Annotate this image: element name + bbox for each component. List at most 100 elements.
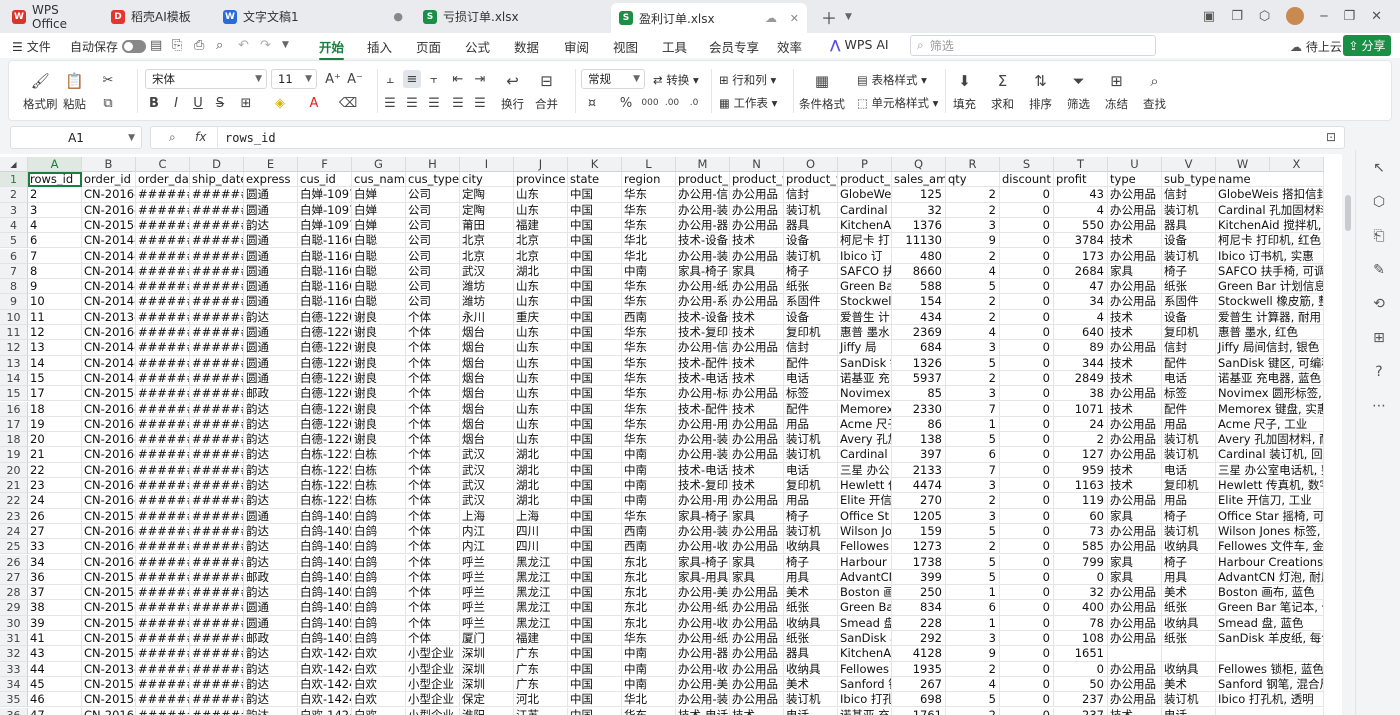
table-cell[interactable]: 22 [28, 462, 82, 478]
table-cell[interactable]: 中国 [568, 217, 622, 234]
table-cell[interactable]: ######## [190, 309, 244, 325]
table-cell[interactable]: ######## [136, 233, 190, 249]
table-cell[interactable]: 127 [1054, 447, 1108, 463]
format-painter-button[interactable]: 🖌 格式刷 [23, 71, 58, 112]
table-cell[interactable] [1270, 462, 1324, 478]
table-cell[interactable]: 个体 [406, 493, 460, 509]
table-cell[interactable]: 办公用品 [1108, 279, 1162, 295]
screenshot-icon[interactable]: ▣ [1203, 9, 1215, 24]
table-cell[interactable] [1270, 187, 1324, 203]
table-cell[interactable]: 办公用品 [730, 661, 784, 677]
row-header[interactable]: 10 [0, 309, 28, 325]
select-pointer-icon[interactable]: ↖ [1369, 158, 1389, 178]
table-cell[interactable]: 办公用品 [1108, 661, 1162, 677]
table-cell[interactable]: 3 [946, 340, 1000, 356]
table-cell[interactable]: 0 [1000, 187, 1054, 203]
table-cell[interactable]: 7 [946, 462, 1000, 478]
table-cell[interactable]: 办公用品 [1108, 386, 1162, 402]
table-cell[interactable]: 0 [1000, 386, 1054, 402]
rows-cols-button[interactable]: ⊞ 行和列 ▾ [719, 72, 776, 88]
table-cell[interactable]: 白德-1220 [298, 416, 352, 433]
row-header[interactable]: 21 [0, 478, 28, 494]
tab-efficiency[interactable]: 效率 [777, 37, 802, 56]
table-cell[interactable]: 韵达 [244, 493, 298, 509]
skin-icon[interactable]: ⬡ [1259, 9, 1270, 24]
table-cell[interactable]: 湖北 [514, 462, 568, 478]
table-cell[interactable]: ######## [190, 233, 244, 249]
table-cell[interactable]: 4 [946, 325, 1000, 341]
table-cell[interactable]: 2684 [1054, 263, 1108, 280]
table-cell[interactable]: 267 [892, 676, 946, 693]
table-cell[interactable]: 1205 [892, 508, 946, 524]
table-cell[interactable]: 3 [946, 386, 1000, 402]
table-cell[interactable]: 白聪 [352, 294, 406, 310]
table-cell[interactable]: 武汉 [460, 263, 514, 280]
table-cell[interactable]: 13 [28, 340, 82, 356]
table-cell[interactable]: 收纳具 [1162, 661, 1216, 677]
table-cell[interactable]: 山东 [514, 202, 568, 218]
table-cell[interactable] [1270, 294, 1324, 310]
table-cell[interactable]: 纸张 [1162, 631, 1216, 647]
table-cell[interactable]: CN-2014-4 [82, 279, 136, 295]
row-header[interactable]: 36 [0, 707, 28, 715]
clear-format-icon[interactable]: ⌫ [339, 94, 357, 112]
table-cell[interactable]: 山东 [514, 279, 568, 295]
table-cell[interactable]: 43 [28, 646, 82, 662]
column-header[interactable]: H [406, 157, 460, 172]
table-cell[interactable]: 家具 [1108, 554, 1162, 570]
table-cell[interactable]: 广东 [514, 661, 568, 677]
table-cell[interactable]: 73 [1054, 523, 1108, 540]
table-cell[interactable]: 美术 [1162, 585, 1216, 601]
table-cell[interactable]: 配件 [784, 401, 838, 417]
freeze-button[interactable]: ⊞ 冻结 [1105, 71, 1128, 112]
column-header[interactable]: I [460, 157, 514, 172]
table-cell[interactable]: 家具 [1108, 263, 1162, 280]
table-cell[interactable]: 家具 [730, 554, 784, 570]
table-cell[interactable]: 技术 [730, 355, 784, 371]
row-header[interactable]: 14 [0, 370, 28, 387]
table-cell[interactable]: ######## [136, 432, 190, 448]
table-cell[interactable]: 白鸽 [352, 508, 406, 524]
row-header[interactable]: 27 [0, 569, 28, 586]
column-header[interactable]: C [136, 157, 190, 172]
table-cell[interactable]: 白栋-1225 [298, 478, 352, 494]
table-cell[interactable]: 0 [1000, 233, 1054, 249]
table-cell[interactable]: 白聪 [352, 263, 406, 280]
table-cell[interactable] [1108, 646, 1162, 662]
table-cell[interactable]: 装订机 [1162, 447, 1216, 463]
table-cell[interactable]: 办公用品 [1108, 217, 1162, 234]
table-cell[interactable]: 5 [946, 432, 1000, 448]
table-cell[interactable]: 11 [28, 309, 82, 325]
table-cell[interactable]: 1935 [892, 661, 946, 677]
table-cell[interactable] [1270, 569, 1324, 586]
table-cell[interactable]: 2133 [892, 462, 946, 478]
table-cell[interactable]: 2 [946, 370, 1000, 387]
column-header[interactable]: M [676, 157, 730, 172]
autosave-toggle[interactable]: 自动保存 [70, 38, 147, 55]
table-cell[interactable]: 3784 [1054, 233, 1108, 249]
table-cell[interactable]: 15 [28, 370, 82, 387]
table-cell[interactable]: 办公用品 [1108, 432, 1162, 448]
table-cell[interactable]: 家具-椅子 [676, 508, 730, 524]
table-cell[interactable]: ######## [136, 539, 190, 555]
table-cell[interactable]: ######## [190, 340, 244, 356]
table-cell[interactable]: 烟台 [460, 416, 514, 433]
table-cell[interactable] [1270, 401, 1324, 417]
table-cell[interactable]: 华东 [622, 187, 676, 203]
table-cell[interactable]: 技术 [730, 370, 784, 387]
table-cell[interactable]: 0 [1000, 294, 1054, 310]
table-cell[interactable]: 办公用-美 [676, 585, 730, 601]
table-cell[interactable]: 14 [28, 355, 82, 371]
tab-formula[interactable]: 公式 [465, 37, 490, 56]
table-cell[interactable]: 技术 [730, 325, 784, 341]
table-cell[interactable]: 东北 [622, 585, 676, 601]
table-cell[interactable]: 山东 [514, 386, 568, 402]
table-cell[interactable]: 3 [946, 217, 1000, 234]
table-cell[interactable]: 270 [892, 493, 946, 509]
table-cell[interactable]: ######## [136, 478, 190, 494]
table-cell[interactable]: Cardinal [838, 202, 892, 218]
convert-button[interactable]: ⇄ 转换 ▾ [653, 72, 699, 88]
table-cell[interactable]: 办公用-信 [676, 340, 730, 356]
active-cell[interactable]: rows_id [28, 172, 82, 188]
table-cell[interactable]: 中国 [568, 401, 622, 417]
